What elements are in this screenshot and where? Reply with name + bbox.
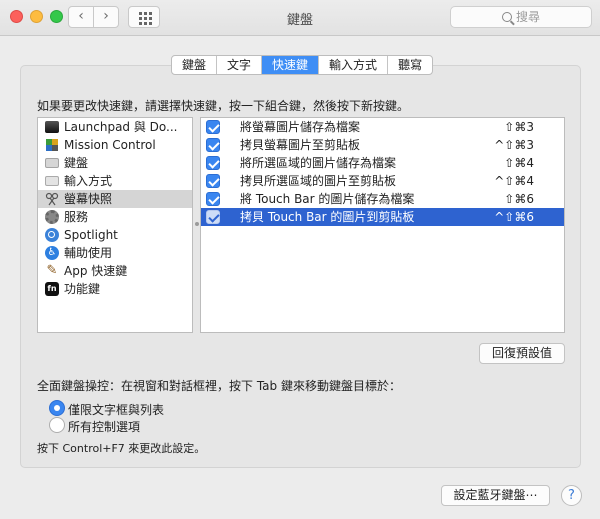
spotlight-icon — [45, 228, 59, 242]
shortcut-name: 將螢幕圖片儲存為檔案 — [240, 120, 361, 134]
category-spotlight[interactable]: Spotlight — [38, 226, 192, 244]
launchpad-icon — [45, 121, 59, 133]
category-label: 輸入方式 — [64, 174, 113, 188]
shortcut-name: 將 Touch Bar 的圖片儲存為檔案 — [240, 192, 415, 206]
fn-key-icon: fn — [45, 282, 59, 296]
shortcut-row[interactable]: 將螢幕圖片儲存為檔案 ⇧⌘3 — [201, 118, 564, 136]
search-icon — [501, 12, 512, 22]
shortcut-name: 將所選區域的圖片儲存為檔案 — [240, 156, 397, 170]
title-bar: ‹ › 鍵盤 搜尋 — [0, 0, 600, 36]
instruction-text: 如果要更改快速鍵，請選擇快速鍵，按一下組合鍵，然後按下新按鍵。 — [37, 99, 410, 113]
help-icon: ? — [568, 488, 575, 503]
shortcut-row[interactable]: 拷貝所選區域的圖片至剪貼板 ^⇧⌘4 — [201, 172, 564, 190]
radio-label-all-controls[interactable]: 所有控制選項 — [68, 418, 140, 435]
shortcut-name: 拷貝所選區域的圖片至剪貼板 — [240, 174, 397, 188]
accessibility-icon: ♿ — [45, 246, 59, 260]
tab-dictation[interactable]: 聽寫 — [388, 56, 432, 74]
shortcut-row[interactable]: 將 Touch Bar 的圖片儲存為檔案 ⇧⌘6 — [201, 190, 564, 208]
tab-keyboard[interactable]: 鍵盤 — [172, 56, 218, 74]
shortcut-row[interactable]: 拷貝螢幕圖片至剪貼板 ^⇧⌘3 — [201, 136, 564, 154]
category-label: App 快速鍵 — [64, 264, 128, 278]
shortcut-list[interactable]: 將螢幕圖片儲存為檔案 ⇧⌘3 拷貝螢幕圖片至剪貼板 ^⇧⌘3 將所選區域的圖片儲… — [200, 117, 565, 333]
restore-defaults-button[interactable]: 回復預設值 — [479, 343, 565, 364]
radio-all-controls[interactable] — [49, 417, 65, 433]
category-label: Mission Control — [64, 138, 156, 152]
control-f7-hint: 按下 Control+F7 來更改此設定。 — [37, 442, 206, 455]
keyboard-icon — [45, 158, 59, 168]
category-label: Launchpad 與 Do... — [64, 120, 178, 134]
category-label: 鍵盤 — [64, 156, 89, 170]
category-label: Spotlight — [64, 228, 118, 242]
category-mission-control[interactable]: Mission Control — [38, 136, 192, 154]
shortcut-checkbox[interactable] — [206, 210, 220, 224]
shortcut-keys[interactable]: ^⇧⌘4 — [494, 172, 534, 190]
tab-text[interactable]: 文字 — [217, 56, 263, 74]
shortcut-checkbox[interactable] — [206, 192, 220, 206]
category-label: 功能鍵 — [64, 282, 101, 296]
category-function-keys[interactable]: fn 功能鍵 — [38, 280, 192, 298]
category-launchpad[interactable]: Launchpad 與 Do... — [38, 118, 192, 136]
help-button[interactable]: ? — [561, 485, 582, 506]
shortcut-checkbox[interactable] — [206, 138, 220, 152]
shortcut-name: 拷貝 Touch Bar 的圖片到剪貼板 — [240, 210, 415, 224]
input-source-icon — [45, 176, 59, 186]
shortcut-row-selected[interactable]: 拷貝 Touch Bar 的圖片到剪貼板 ^⇧⌘6 — [201, 208, 564, 226]
shortcut-keys[interactable]: ⇧⌘6 — [504, 190, 534, 208]
screenshot-icon — [45, 192, 59, 206]
tab-shortcuts[interactable]: 快速鍵 — [262, 56, 320, 74]
category-keyboard[interactable]: 鍵盤 — [38, 154, 192, 172]
category-input-sources[interactable]: 輸入方式 — [38, 172, 192, 190]
shortcut-keys[interactable]: ⇧⌘4 — [504, 154, 534, 172]
shortcut-name: 拷貝螢幕圖片至剪貼板 — [240, 138, 361, 152]
tab-input-sources[interactable]: 輸入方式 — [319, 56, 389, 74]
shortcut-checkbox[interactable] — [206, 174, 220, 188]
category-label: 服務 — [64, 210, 89, 224]
category-list[interactable]: Launchpad 與 Do... Mission Control 鍵盤 輸入方… — [37, 117, 193, 333]
shortcut-checkbox[interactable] — [206, 120, 220, 134]
shortcut-checkbox[interactable] — [206, 156, 220, 170]
category-app-shortcuts[interactable]: ✎ App 快速鍵 — [38, 262, 192, 280]
mission-control-icon — [45, 138, 59, 152]
search-placeholder: 搜尋 — [515, 10, 540, 24]
app-shortcuts-icon: ✎ — [46, 263, 58, 278]
shortcut-row[interactable]: 將所選區域的圖片儲存為檔案 ⇧⌘4 — [201, 154, 564, 172]
shortcut-keys[interactable]: ^⇧⌘6 — [494, 208, 534, 226]
category-accessibility[interactable]: ♿ 輔助使用 — [38, 244, 192, 262]
split-view-handle[interactable] — [195, 222, 199, 226]
category-label: 輔助使用 — [64, 246, 113, 260]
radio-label-text-boxes[interactable]: 僅限文字框與列表 — [68, 401, 164, 418]
category-services[interactable]: 服務 — [38, 208, 192, 226]
category-label: 螢幕快照 — [64, 192, 113, 206]
shortcut-keys[interactable]: ^⇧⌘3 — [494, 136, 534, 154]
services-gear-icon — [45, 210, 59, 224]
full-keyboard-access-label: 全面鍵盤操控：在視窗和對話框裡，按下 Tab 鍵來移動鍵盤目標於： — [37, 379, 401, 393]
tab-bar: 鍵盤 文字 快速鍵 輸入方式 聽寫 — [171, 55, 434, 75]
setup-bluetooth-keyboard-button[interactable]: 設定藍牙鍵盤⋯ — [441, 485, 550, 506]
shortcut-keys[interactable]: ⇧⌘3 — [504, 118, 534, 136]
category-screenshots[interactable]: 螢幕快照 — [38, 190, 192, 208]
radio-text-boxes-lists[interactable] — [49, 400, 65, 416]
search-input[interactable]: 搜尋 — [450, 6, 592, 28]
